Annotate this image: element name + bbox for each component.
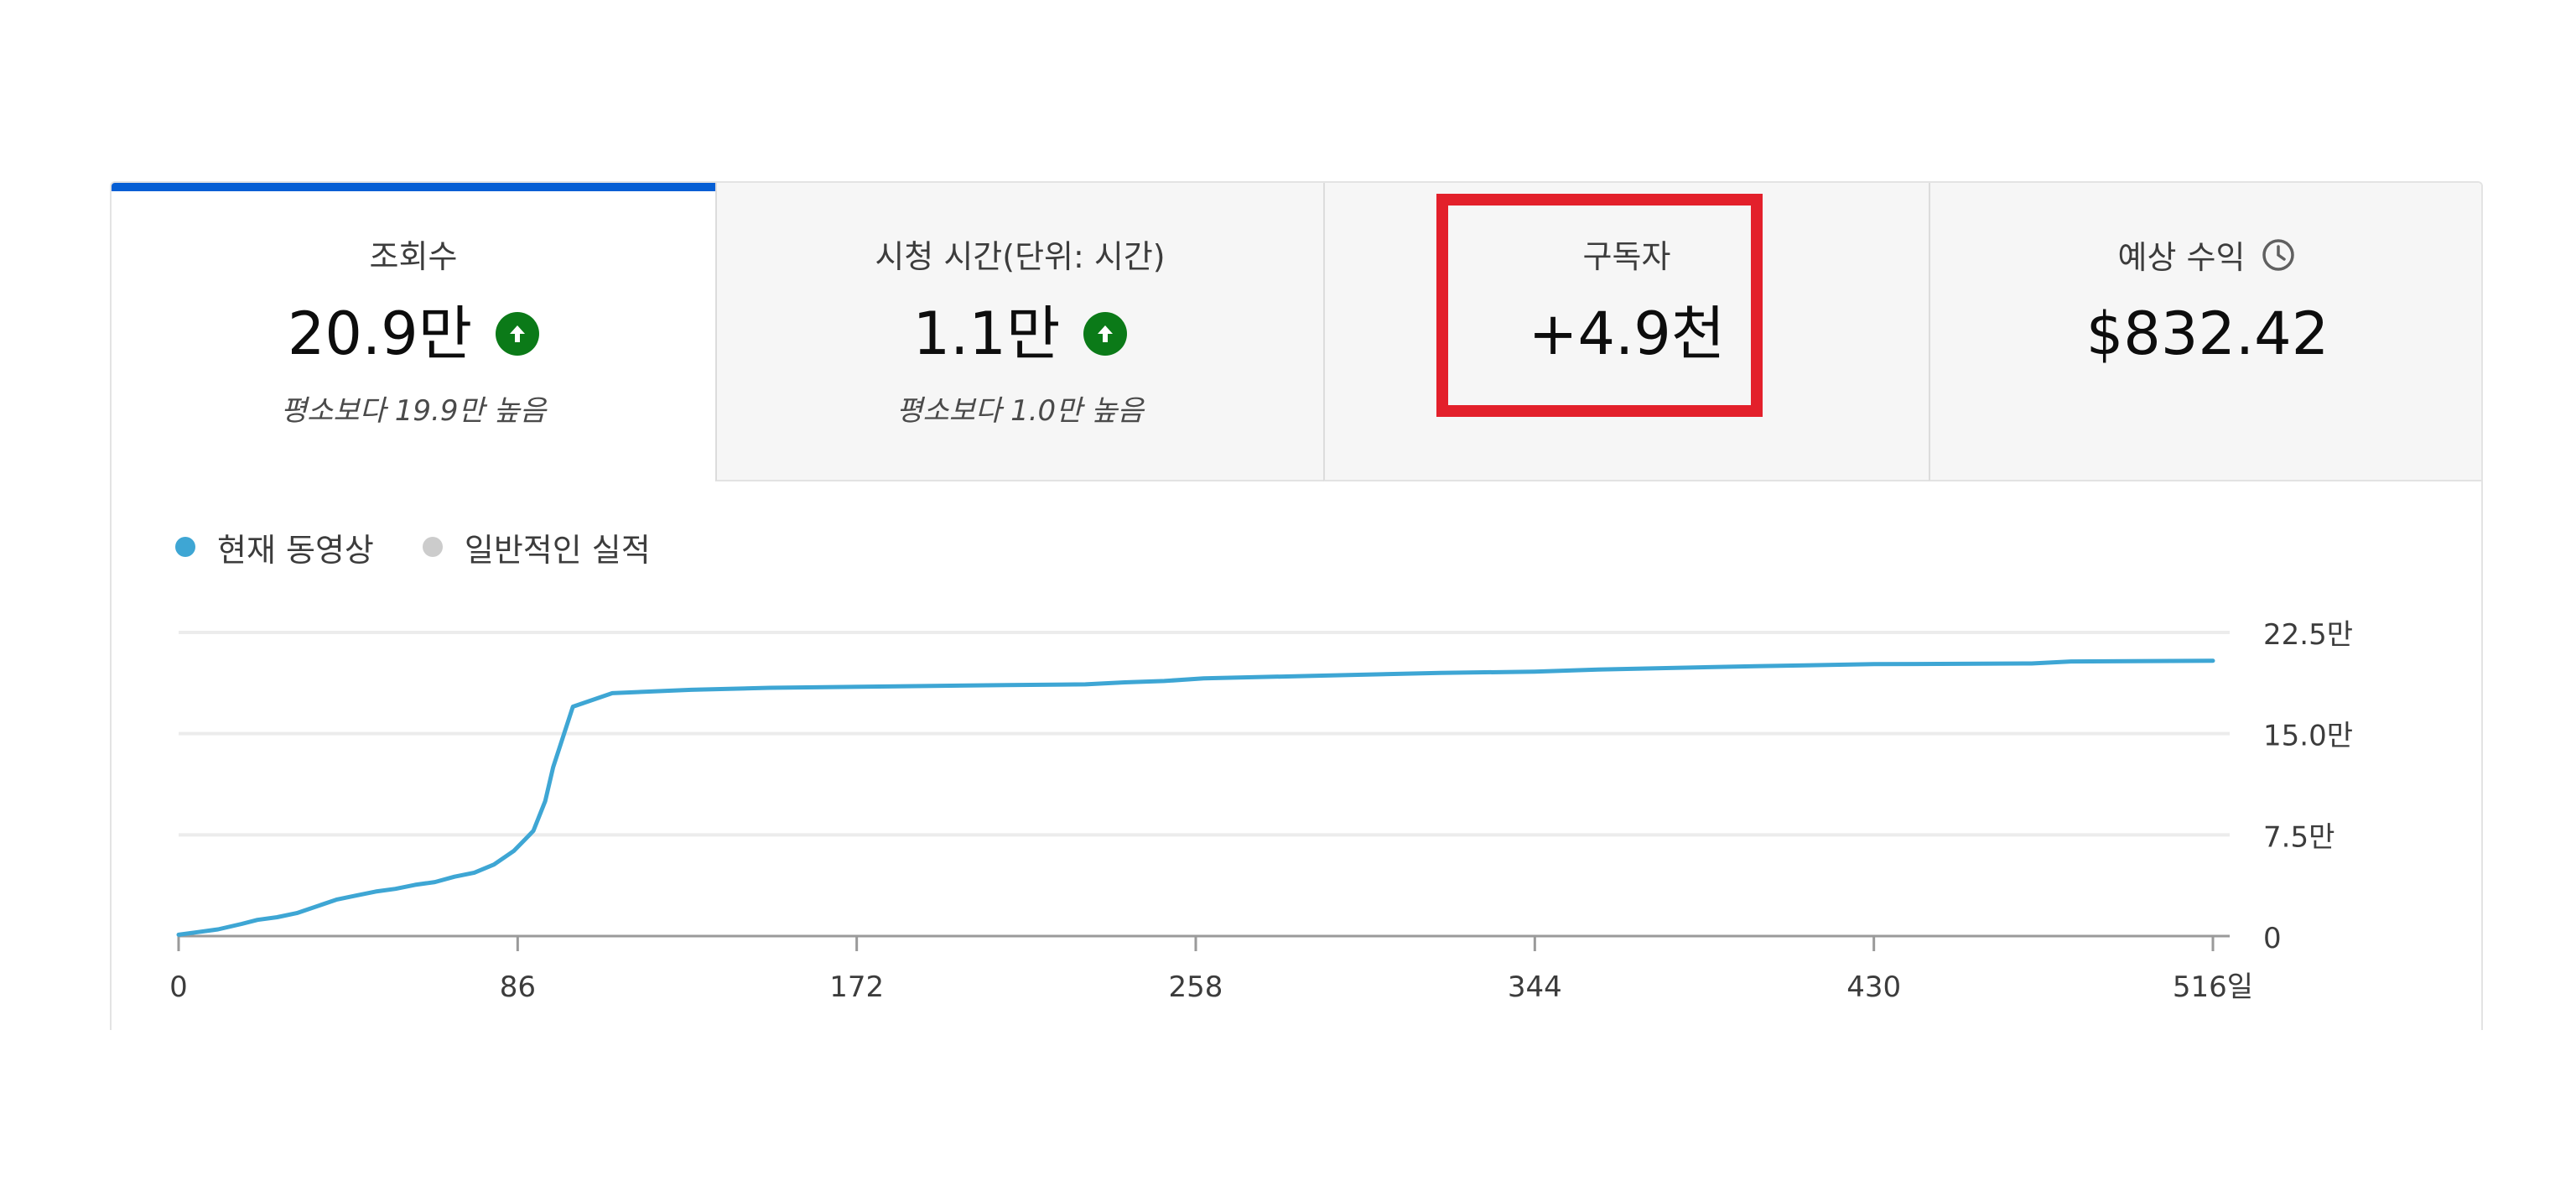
x-tick-label: 430 [1846,970,1901,1004]
x-tick-label: 86 [500,970,536,1004]
y-tick-label: 15.0만 [2263,720,2353,753]
x-tick-label: 172 [829,970,884,1004]
series-line-current-video [176,658,2215,937]
x-tick-label: 258 [1169,970,1223,1004]
views-line-chart: 0 7.5만 15.0만 22.5만 0 86 172 258 344 430 516일 [169,618,2353,1004]
x-tick-label: 516일 [2173,970,2253,1004]
x-tick-label: 0 [169,970,188,1004]
y-tick-label: 0 [2263,922,2282,955]
y-tick-label: 7.5만 [2263,820,2334,854]
y-tick-label: 22.5만 [2263,618,2353,652]
analytics-card: 조회수 20.9만 평소보다 19.9만 높음 시청 시간(단위: 시간) 1.… [110,181,2483,1030]
x-tick-label: 344 [1508,970,1562,1004]
highlight-box [1436,194,1763,417]
